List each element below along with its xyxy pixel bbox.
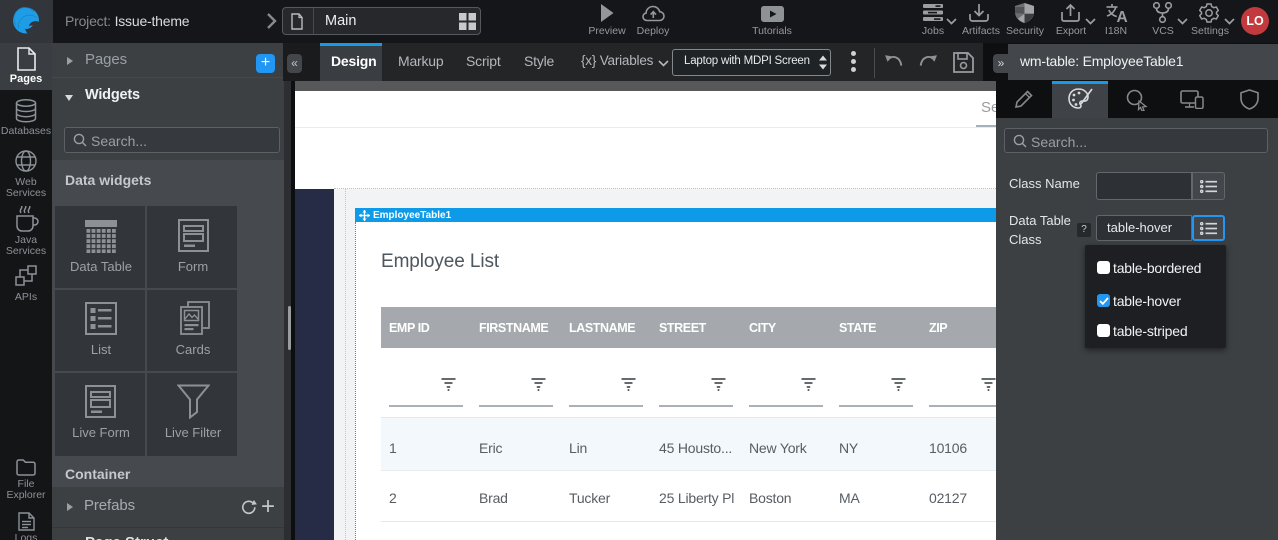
svg-text:A: A (1117, 9, 1128, 23)
